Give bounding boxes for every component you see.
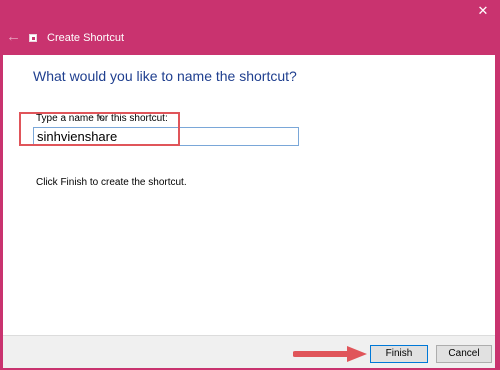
mouse-cursor-icon: ↖	[98, 113, 106, 123]
close-button[interactable]: ✕	[466, 0, 500, 22]
title-bar: ← Create Shortcut ✕	[0, 0, 500, 55]
shortcut-app-icon	[29, 34, 37, 42]
wizard-footer: Finish Cancel	[3, 335, 495, 368]
page-heading: What would you like to name the shortcut…	[33, 68, 297, 84]
cancel-button[interactable]: Cancel	[436, 345, 492, 363]
window-title: Create Shortcut	[47, 32, 125, 44]
wizard-content: What would you like to name the shortcut…	[3, 55, 495, 335]
back-arrow-icon[interactable]: ←	[6, 29, 21, 45]
finish-instruction: Click Finish to create the shortcut.	[36, 177, 187, 188]
finish-button[interactable]: Finish	[370, 345, 428, 363]
create-shortcut-window: ← Create Shortcut ✕ What would you like …	[0, 0, 500, 370]
pointer-arrow-icon	[293, 346, 367, 362]
